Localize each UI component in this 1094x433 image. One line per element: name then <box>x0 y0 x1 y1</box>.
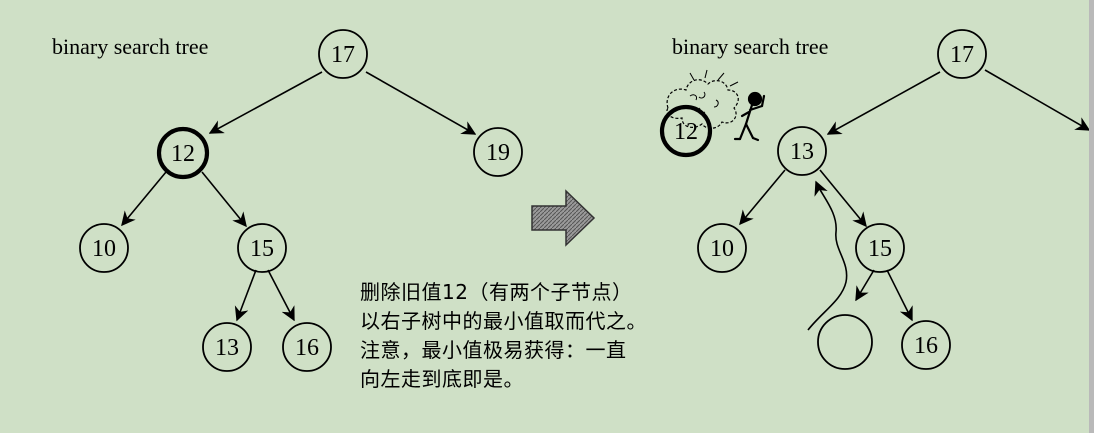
note-line-4: 向左走到底即是。 <box>360 367 524 391</box>
edge-12-15 <box>201 171 247 228</box>
note-line-3: 注意，最小值极易获得：一直 <box>360 338 627 362</box>
edge-15-16 <box>267 269 295 322</box>
edge-15-empty <box>855 269 875 302</box>
note-line-1: 删除旧值12（有两个子节点） <box>360 280 633 304</box>
edge-13-15 <box>819 169 867 228</box>
note-line-2: 以右子树中的最小值取而代之。 <box>360 309 647 333</box>
svg-text:10: 10 <box>92 236 116 262</box>
node-13-left: 13 <box>202 322 252 372</box>
node-15-left: 15 <box>237 223 287 273</box>
node-10-left: 10 <box>79 223 129 273</box>
right-arrow-icon <box>531 189 596 247</box>
node-17-right: 17 <box>937 29 987 79</box>
edge-17-13 <box>826 71 941 135</box>
node-16-right: 16 <box>901 320 951 370</box>
node-15-right: 15 <box>855 223 905 273</box>
left-tree-title: binary search tree <box>52 34 208 59</box>
edge-15-13 <box>234 269 257 322</box>
node-13-new: 13 <box>777 126 827 176</box>
stick-figure-icon <box>733 91 766 142</box>
edge-13-10 <box>739 169 786 226</box>
svg-text:12: 12 <box>171 141 195 167</box>
explanation-note: 删除旧值12（有两个子节点） 以右子树中的最小值取而代之。 注意，最小值极易获得… <box>360 278 720 394</box>
svg-text:15: 15 <box>250 236 274 262</box>
right-border <box>1089 0 1094 433</box>
edge-17-12 <box>208 71 323 134</box>
edge-17-19 <box>365 71 477 135</box>
right-tree-title: binary search tree <box>672 34 828 59</box>
node-10-right: 10 <box>697 223 747 273</box>
svg-text:19: 19 <box>486 140 510 166</box>
svg-text:17: 17 <box>331 42 355 68</box>
edge-15-16-right <box>886 269 913 322</box>
svg-text:17: 17 <box>950 42 974 68</box>
diagram-stage: binary search tree 17 12 19 10 15 13 16 … <box>0 0 1094 433</box>
svg-text:13: 13 <box>215 335 239 361</box>
svg-text:13: 13 <box>790 139 814 165</box>
node-empty <box>817 314 873 370</box>
node-19: 19 <box>473 127 523 177</box>
edge-17-right-offscreen <box>984 69 1089 131</box>
svg-text:16: 16 <box>914 333 938 359</box>
svg-text:15: 15 <box>868 236 892 262</box>
edge-12-10 <box>121 171 167 227</box>
node-16-left: 16 <box>282 322 332 372</box>
node-12-highlighted: 12 <box>156 126 210 180</box>
svg-text:16: 16 <box>295 335 319 361</box>
node-12-removed: 12 <box>659 104 713 158</box>
node-17-left: 17 <box>318 29 368 79</box>
svg-text:10: 10 <box>710 236 734 262</box>
svg-text:12: 12 <box>674 119 698 145</box>
successor-move-arrow <box>807 180 848 331</box>
